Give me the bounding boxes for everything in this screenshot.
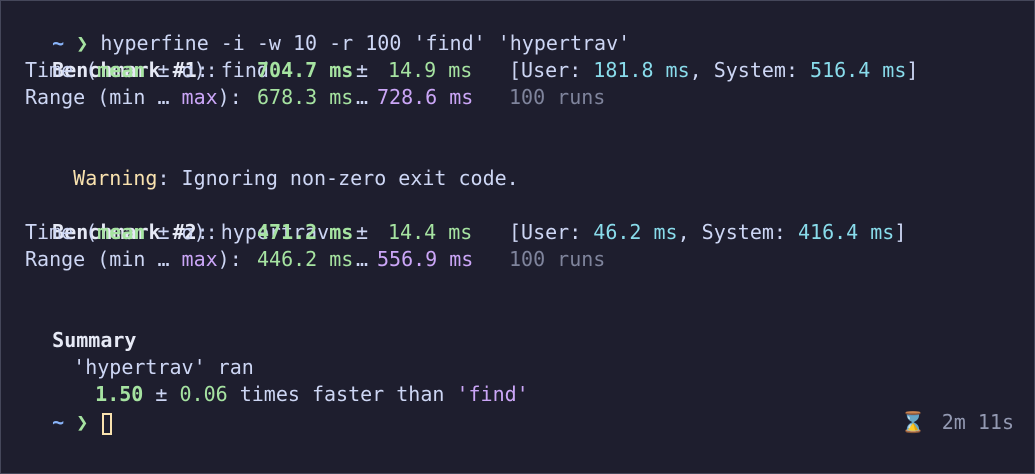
time-label: Time (mean ± σ): <box>25 220 218 244</box>
text-cursor[interactable] <box>102 412 113 435</box>
run-count: 100 runs <box>509 85 606 109</box>
benchmark-1-header: Benchmark #1: find <box>4 30 269 82</box>
speedup-target: find <box>468 382 517 406</box>
range-min: 678.3 ms <box>257 85 354 109</box>
warning-text: : Ignoring non-zero exit code. <box>157 166 519 190</box>
plus-minus: ± <box>356 58 369 82</box>
terminal-window[interactable]: ~ ❯ hyperfine -i -w 10 -r 100 'find' 'hy… <box>0 0 1035 474</box>
warning-label: Warning <box>73 166 158 190</box>
range-label: Range (min … max): <box>25 247 242 271</box>
summary-ran-line: 'hypertrav' ran <box>73 355 254 379</box>
time-mean: 704.7 ms <box>257 58 354 82</box>
plus-minus: ± <box>155 382 168 406</box>
time-label: Time (mean ± σ): <box>25 58 218 82</box>
range-min: 446.2 ms <box>257 247 354 271</box>
speedup-text: times faster than <box>227 382 457 406</box>
benchmark-1-time-row: Time (mean ± σ): 704.7 ms ± 14.9 ms [Use… <box>25 57 1025 84</box>
home-dir-indicator: ~ <box>52 410 65 434</box>
range-max: 728.6 ms <box>377 85 474 109</box>
time-sigma: 14.4 ms <box>388 220 473 244</box>
range-max: 556.9 ms <box>377 247 474 271</box>
range-sep: … <box>356 247 369 271</box>
summary-speedup-line: 1.50 ± 0.06 times faster than 'find' <box>47 354 529 406</box>
range-sep: … <box>356 85 369 109</box>
hourglass-icon: ⌛ <box>900 410 926 434</box>
prompt-chevron-icon: ❯ <box>76 410 89 434</box>
run-count: 100 runs <box>509 247 606 271</box>
summary-title: Summary <box>52 328 137 352</box>
time-mean: 471.2 ms <box>257 220 354 244</box>
range-label: Range (min … max): <box>25 85 242 109</box>
quote-open: ' <box>456 382 469 406</box>
quote-close: ' <box>516 382 529 406</box>
command-duration: ⌛ 2m 11s <box>853 382 1014 434</box>
benchmark-1-range-row: Range (min … max): 678.3 ms … 728.6 ms 1… <box>25 84 1025 111</box>
user-system: [User: 181.8 ms, System: 516.4 ms] <box>509 58 919 82</box>
speedup-error: 0.06 <box>179 382 228 406</box>
time-sigma: 14.9 ms <box>388 58 473 82</box>
user-system: [User: 46.2 ms, System: 416.4 ms] <box>509 220 907 244</box>
command-line: ~ ❯ hyperfine -i -w 10 -r 100 'find' 'hy… <box>4 3 630 55</box>
plus-minus: ± <box>356 220 369 244</box>
active-prompt-line[interactable]: ~ ❯ <box>4 382 113 435</box>
warning-line: Warning: Ignoring non-zero exit code. <box>25 138 519 190</box>
duration-text: 2m 11s <box>941 410 1014 434</box>
benchmark-2-header: Benchmark #2: hypertrav <box>4 192 329 244</box>
benchmark-2-time-row: Time (mean ± σ): 471.2 ms ± 14.4 ms [Use… <box>25 219 1025 246</box>
benchmark-2-range-row: Range (min … max): 446.2 ms … 556.9 ms 1… <box>25 246 1025 273</box>
